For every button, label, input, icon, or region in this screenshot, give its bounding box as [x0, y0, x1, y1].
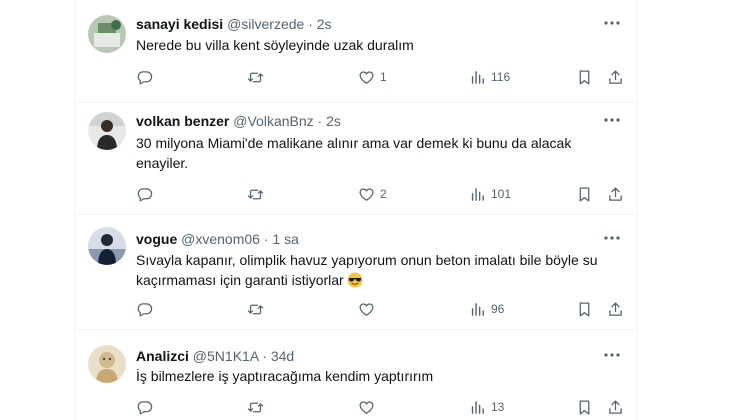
- heart-icon: [359, 70, 374, 84]
- reply-icon: [137, 302, 153, 317]
- tweet[interactable]: volkan benzer @VolkanBnz · 2s 30 milyona…: [75, 103, 637, 215]
- views-button[interactable]: 13: [469, 397, 504, 417]
- tweet-text: Sıvayla kapanır, olimplik havuz yapıyoru…: [136, 250, 616, 290]
- bookmark-button[interactable]: [576, 184, 593, 204]
- retweet-icon: [247, 72, 264, 82]
- user-handle[interactable]: @5N1K1A: [193, 348, 259, 364]
- tweet-actions: 96: [136, 299, 626, 319]
- avatar[interactable]: [88, 15, 126, 53]
- tweet-text: İş bilmezlere iş yaptıracağıma kendim ya…: [136, 368, 434, 384]
- views-icon: [471, 400, 484, 414]
- more-icon[interactable]: [603, 346, 621, 364]
- user-handle[interactable]: @xvenom06: [181, 231, 260, 247]
- share-icon: [609, 69, 622, 84]
- retweet-icon: [247, 402, 264, 412]
- display-name[interactable]: Analizci: [136, 348, 189, 364]
- share-button[interactable]: [607, 397, 624, 417]
- bookmark-icon: [579, 186, 590, 202]
- tweet-header: sanayi kedisi @silverzede · 2s: [136, 15, 332, 33]
- share-button[interactable]: [607, 299, 624, 319]
- user-handle[interactable]: @VolkanBnz: [233, 113, 313, 129]
- tweet[interactable]: vogue @xvenom06 · 1 sa Sıvayla kapanır, …: [75, 215, 637, 330]
- tweet-text: 30 milyona Miami'de malikane alınır ama …: [136, 135, 572, 171]
- tweet-actions: 2 101: [136, 184, 626, 204]
- retweet-button[interactable]: [247, 299, 264, 319]
- more-icon[interactable]: [603, 111, 621, 129]
- bookmark-icon: [579, 69, 590, 85]
- avatar[interactable]: [88, 345, 126, 383]
- views-count: 13: [491, 400, 505, 414]
- tweet-actions: 1 116: [136, 67, 626, 87]
- reply-button[interactable]: [136, 397, 153, 417]
- share-icon: [609, 186, 622, 201]
- tweet-header: vogue @xvenom06 · 1 sa: [136, 230, 299, 248]
- reply-icon: [137, 70, 153, 85]
- timestamp[interactable]: 34d: [271, 348, 294, 364]
- reply-button[interactable]: [136, 67, 153, 87]
- views-count: 101: [491, 187, 512, 201]
- tweet-actions: 13: [136, 397, 626, 417]
- separator: ·: [262, 348, 267, 364]
- tweet-header: Analizci @5N1K1A · 34d: [136, 347, 294, 365]
- display-name[interactable]: sanayi kedisi: [136, 16, 223, 32]
- heart-icon: [359, 302, 374, 316]
- share-button[interactable]: [607, 67, 624, 87]
- bookmark-button[interactable]: [576, 67, 593, 87]
- bookmark-button[interactable]: [576, 397, 593, 417]
- retweet-icon: [247, 189, 264, 199]
- avatar[interactable]: [88, 227, 126, 265]
- tweet[interactable]: Analizci @5N1K1A · 34d İş bilmezlere iş …: [75, 330, 637, 420]
- heart-icon: [359, 400, 374, 414]
- reply-icon: [137, 187, 153, 202]
- separator: ·: [308, 16, 313, 32]
- timestamp[interactable]: 2s: [326, 113, 341, 129]
- bookmark-icon: [579, 399, 590, 415]
- like-button[interactable]: [358, 299, 380, 319]
- separator: ·: [317, 113, 323, 129]
- tweet[interactable]: sanayi kedisi @silverzede · 2s Nerede bu…: [75, 0, 637, 103]
- retweet-button[interactable]: [247, 397, 264, 417]
- views-icon: [471, 302, 484, 316]
- display-name[interactable]: vogue: [136, 231, 177, 247]
- views-icon: [471, 187, 484, 201]
- share-button[interactable]: [607, 184, 624, 204]
- bookmark-button[interactable]: [576, 299, 593, 319]
- reply-button[interactable]: [136, 299, 153, 319]
- avatar[interactable]: [88, 112, 126, 150]
- views-count: 116: [491, 70, 511, 84]
- bookmark-icon: [579, 301, 590, 317]
- views-button[interactable]: 96: [469, 299, 504, 319]
- separator: ·: [263, 231, 269, 247]
- heart-icon: [359, 187, 374, 201]
- timestamp[interactable]: 1 sa: [272, 231, 298, 247]
- views-button[interactable]: 101: [469, 184, 511, 204]
- retweet-button[interactable]: [247, 67, 264, 87]
- sunglasses-emoji: [347, 272, 363, 288]
- tweet-text: Nerede bu villa kent söyleyinde uzak dur…: [136, 37, 414, 53]
- reply-button[interactable]: [136, 184, 153, 204]
- reply-icon: [137, 400, 153, 415]
- retweet-button[interactable]: [247, 184, 264, 204]
- tweet-header: volkan benzer @VolkanBnz · 2s: [136, 112, 341, 130]
- more-icon[interactable]: [603, 14, 621, 32]
- share-icon: [609, 301, 622, 316]
- like-button[interactable]: [358, 397, 380, 417]
- tweet-feed: sanayi kedisi @silverzede · 2s Nerede bu…: [74, 0, 638, 420]
- tweet-text-body: Sıvayla kapanır, olimplik havuz yapıyoru…: [136, 252, 598, 288]
- views-count: 96: [491, 302, 505, 316]
- views-button[interactable]: 116: [469, 67, 510, 87]
- like-count: 1: [380, 70, 387, 84]
- more-icon[interactable]: [603, 229, 621, 247]
- like-button[interactable]: 1: [358, 67, 387, 87]
- timestamp[interactable]: 2s: [317, 16, 332, 32]
- share-icon: [609, 399, 622, 414]
- like-button[interactable]: 2: [358, 184, 387, 204]
- like-count: 2: [380, 187, 387, 201]
- views-icon: [471, 70, 484, 84]
- user-handle[interactable]: @silverzede: [227, 16, 304, 32]
- retweet-icon: [247, 304, 264, 314]
- display-name[interactable]: volkan benzer: [136, 113, 229, 129]
